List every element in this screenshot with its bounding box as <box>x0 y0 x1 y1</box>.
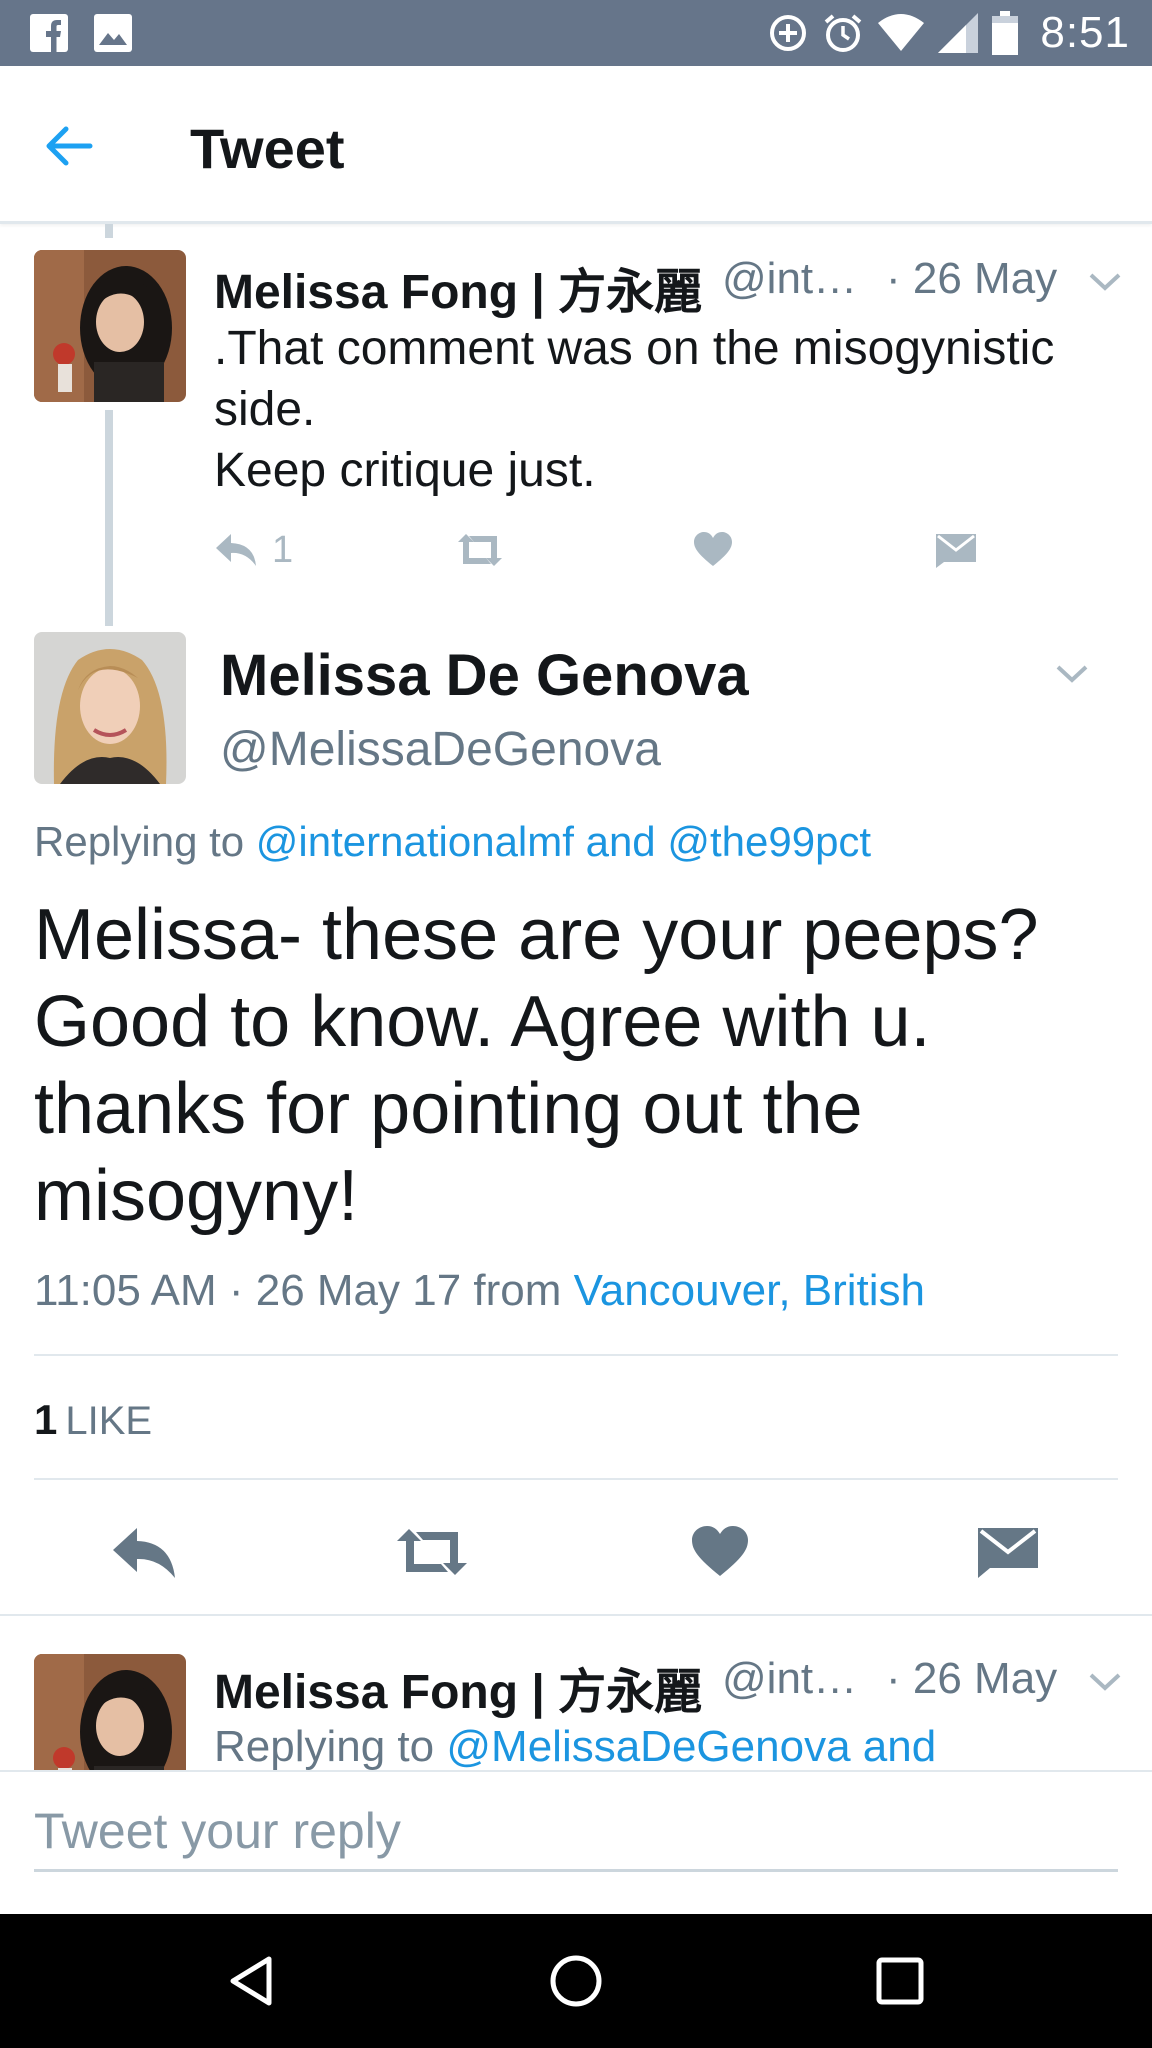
reply-icon <box>214 532 258 568</box>
like-button[interactable] <box>694 520 732 580</box>
replying-to-label: Replying to <box>34 818 245 865</box>
like-button[interactable] <box>675 1512 765 1592</box>
tweet-text: Melissa- these are your peeps? Good to k… <box>34 895 1039 1236</box>
envelope-icon <box>978 1526 1038 1578</box>
heart-icon <box>694 532 732 568</box>
reply-tweet[interactable]: Melissa Fong | 方永麗 @inte… · 26 May Reply… <box>0 1616 1152 1770</box>
thread-connector <box>105 410 113 626</box>
author-handle[interactable]: @MelissaDeGenova <box>220 722 661 777</box>
message-button[interactable] <box>963 1512 1053 1592</box>
divider <box>34 1478 1118 1480</box>
chevron-down-icon[interactable] <box>1085 1662 1125 1702</box>
author-handle[interactable]: @inte… <box>722 1654 872 1704</box>
recents-square-icon[interactable] <box>860 1941 940 2021</box>
avatar[interactable] <box>34 632 186 784</box>
author-handle[interactable]: @inte… <box>722 254 872 304</box>
image-icon <box>94 14 132 52</box>
replying-to: Replying to @MelissaDeGenova and <box>214 1722 936 1770</box>
battery-icon <box>992 11 1019 55</box>
reply-composer <box>0 1770 1152 1914</box>
heart-icon <box>692 1526 748 1578</box>
home-circle-icon[interactable] <box>536 1941 616 2021</box>
chevron-down-icon[interactable] <box>1052 654 1092 694</box>
author-name[interactable]: Melissa Fong | 方永麗 <box>214 1652 702 1722</box>
author-name[interactable]: Melissa De Genova <box>220 642 749 709</box>
alarm-icon <box>822 12 864 54</box>
tweet-date: · 26 May <box>886 1654 1058 1703</box>
likes-summary[interactable]: 1 LIKE <box>34 1396 152 1444</box>
replying-to-link[interactable]: @internationalmf and @the99pct <box>256 818 871 865</box>
retweet-icon <box>454 532 506 568</box>
chevron-down-icon[interactable] <box>1085 262 1125 302</box>
replying-to-link[interactable]: @MelissaDeGenova and <box>446 1722 936 1770</box>
page-title: Tweet <box>190 117 345 180</box>
wifi-icon <box>878 13 925 53</box>
thread-connector-top <box>105 224 113 238</box>
status-time: 8:51 <box>1040 8 1130 57</box>
tweet-text: .That comment was on the misogynistic si… <box>214 322 1055 497</box>
replying-to-label: Replying to <box>214 1722 435 1770</box>
retweet-icon <box>393 1526 471 1578</box>
back-arrow-icon[interactable] <box>40 118 96 174</box>
avatar[interactable] <box>34 1654 186 1770</box>
retweet-button[interactable] <box>454 520 506 580</box>
data-saver-icon <box>768 13 808 53</box>
reply-button[interactable]: 1 <box>214 520 293 580</box>
facebook-icon <box>30 14 68 52</box>
system-nav-bar <box>0 1914 1152 2048</box>
message-button[interactable] <box>936 520 976 580</box>
tweet-actions: 1 <box>214 520 994 580</box>
app-bar: Tweet <box>0 66 1152 224</box>
signal-icon <box>938 13 979 53</box>
retweet-button[interactable] <box>387 1512 477 1592</box>
divider <box>34 1354 1118 1356</box>
tweet-location[interactable]: Vancouver, British <box>574 1266 925 1315</box>
avatar[interactable] <box>34 250 186 402</box>
tweet-date: · 26 May <box>886 254 1058 303</box>
tweet-meta: 11:05 AM · 26 May 17 from Vancouver, Bri… <box>34 1266 925 1316</box>
replying-to: Replying to @internationalmf and @the99p… <box>34 818 871 866</box>
status-bar: 8:51 <box>0 0 1152 66</box>
likes-count: 1 <box>34 1396 58 1443</box>
reply-icon <box>111 1526 177 1578</box>
reply-button[interactable] <box>99 1512 189 1592</box>
back-triangle-icon[interactable] <box>213 1941 293 2021</box>
reply-count: 1 <box>272 528 294 571</box>
likes-label: LIKE <box>65 1399 153 1443</box>
reply-input[interactable] <box>34 1792 1118 1872</box>
author-name[interactable]: Melissa Fong | 方永麗 <box>214 252 702 322</box>
envelope-icon <box>936 532 976 568</box>
tweet-timestamp: 11:05 AM · 26 May 17 from <box>34 1266 562 1315</box>
tweet-actions <box>0 1512 1152 1592</box>
